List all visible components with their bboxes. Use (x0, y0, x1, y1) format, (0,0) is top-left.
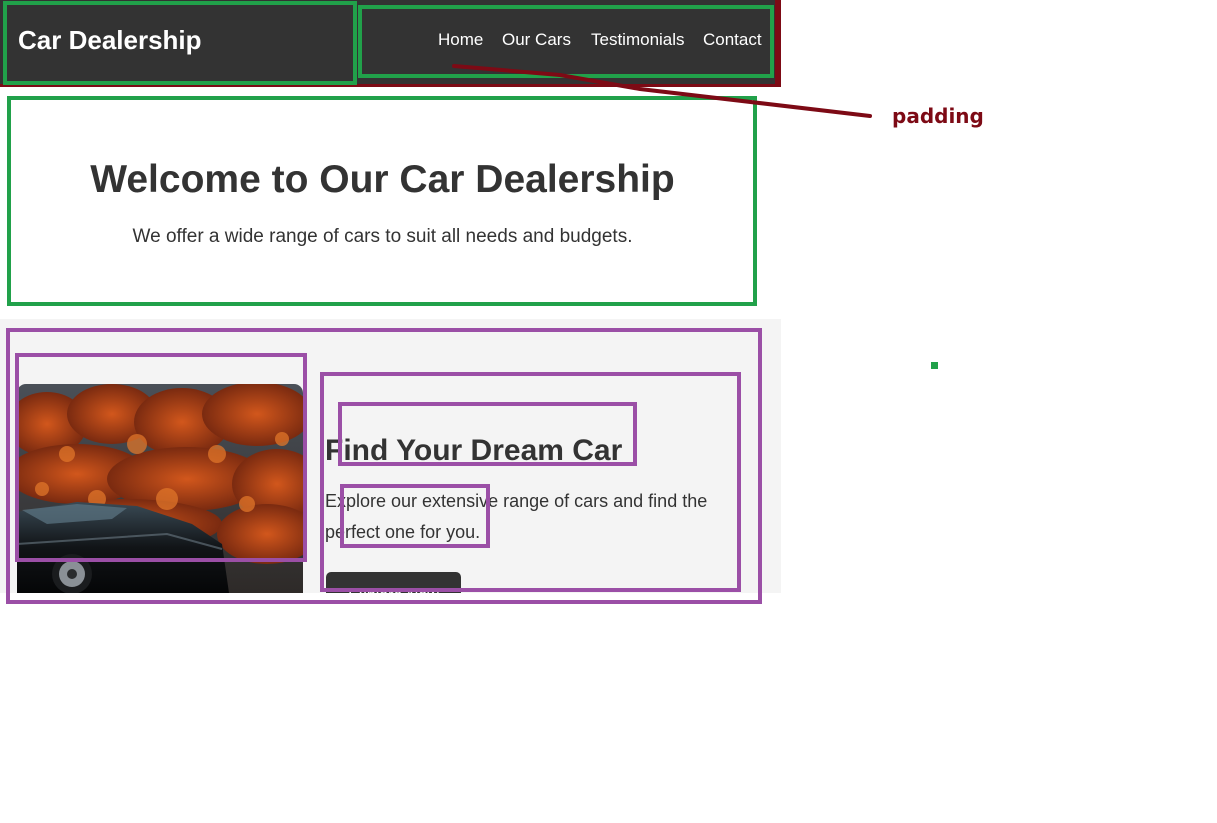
feature-description: Explore our extensive range of cars and … (325, 491, 708, 542)
site-logo[interactable]: Car Dealership (18, 23, 202, 57)
car-image (17, 384, 303, 593)
car-photo-illustration (17, 384, 303, 593)
green-marker-dot (931, 362, 938, 369)
hero-subtitle: We offer a wide range of cars to suit al… (132, 226, 633, 247)
nav-our-cars[interactable]: Our Cars (502, 28, 571, 52)
feature-title: Find Your Dream Car (325, 434, 623, 467)
padding-label: padding (892, 104, 984, 128)
hero-title: Welcome to Our Car Dealership (90, 158, 675, 201)
nav-contact[interactable]: Contact (703, 28, 762, 52)
header-annotation-frame: Car Dealership Home Our Cars Testimonial… (0, 0, 781, 87)
nav-testimonials[interactable]: Testimonials (591, 28, 685, 52)
nav-home[interactable]: Home (438, 28, 483, 52)
explore-button[interactable]: Explore Now (326, 572, 461, 593)
site-header: Car Dealership Home Our Cars Testimonial… (0, 0, 775, 84)
